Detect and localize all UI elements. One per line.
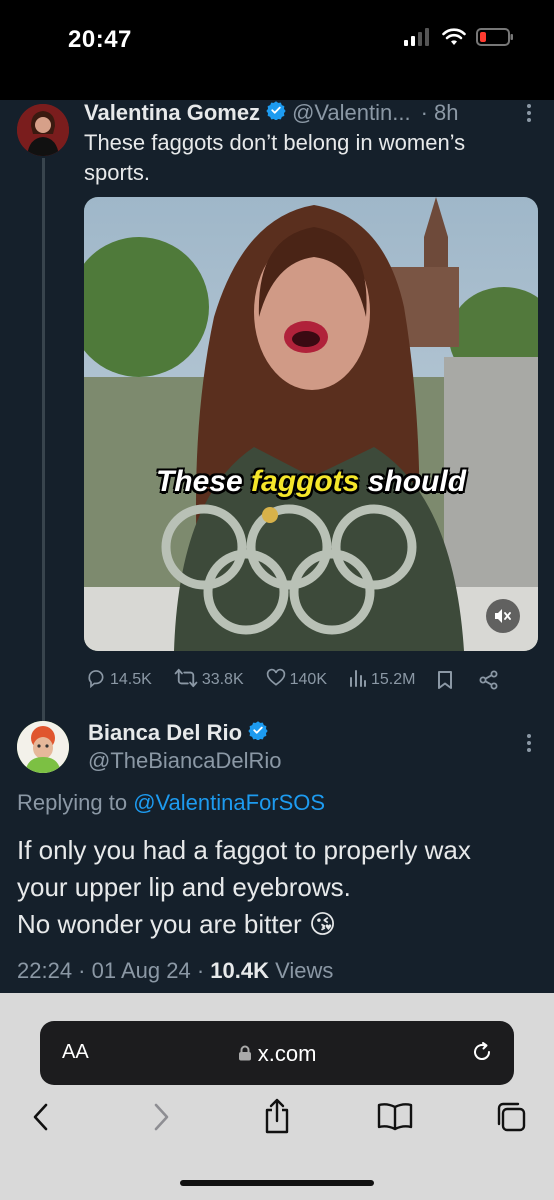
author-name-row: Bianca Del Rio (88, 720, 274, 746)
like-count: 140K (289, 671, 327, 688)
like-icon (266, 668, 286, 693)
tweet-thread: Valentina Gomez @Valentin... · 8h These … (0, 100, 554, 993)
tweet-date: 01 Aug 24 (91, 958, 191, 983)
tweet-text: These faggots don’t belong in women’s sp… (84, 130, 466, 185)
tweet-time: 22:24 (17, 958, 73, 983)
views-count: 15.2M (371, 671, 416, 688)
verified-badge-icon (266, 100, 286, 126)
author-handle[interactable]: @Valentin... (292, 100, 411, 126)
more-icon[interactable] (526, 732, 532, 760)
repost-count: 33.8K (201, 671, 244, 688)
signal-icon (404, 28, 432, 51)
tweet-header: Valentina Gomez @Valentin... · 8h (84, 100, 459, 126)
tweet-meta: 22:24 · 01 Aug 24 · 10.4K Views (17, 958, 334, 983)
lock-icon (238, 1041, 252, 1066)
author-name[interactable]: Bianca Del Rio (88, 720, 242, 746)
tweet-actions: 14.5K 33.8K 140K 15.2M (86, 666, 536, 694)
more-icon[interactable] (526, 102, 532, 130)
bookmark-icon[interactable] (437, 670, 453, 690)
home-indicator (180, 1180, 374, 1186)
repost-button[interactable]: 33.8K (174, 668, 244, 693)
reload-icon[interactable] (470, 1040, 494, 1069)
author-handle[interactable]: @TheBiancaDelRio (88, 748, 282, 774)
status-time: 20:47 (68, 26, 132, 53)
back-icon[interactable] (30, 1101, 52, 1138)
video-caption: These faggots should (155, 465, 467, 498)
views-icon (349, 669, 367, 692)
reply-button[interactable]: 14.5K (86, 668, 152, 693)
wifi-icon (442, 28, 466, 51)
tweet-time: · 8h (420, 100, 459, 125)
thread-connector-line (42, 158, 45, 758)
tweet-text: If only you had a faggot to properly wax… (17, 835, 471, 939)
bookmarks-icon[interactable] (377, 1101, 413, 1136)
share-sheet-icon[interactable] (262, 1097, 292, 1140)
video-thumbnail (84, 197, 538, 651)
avatar[interactable] (17, 104, 69, 156)
kiss-emoji: 😘 (308, 909, 337, 939)
browser-toolbar (0, 1098, 554, 1141)
video-player[interactable]: These faggots should (84, 197, 538, 651)
avatar[interactable] (17, 721, 69, 773)
views-count: 10.4K (210, 958, 270, 983)
battery-icon (476, 28, 514, 51)
verified-badge-icon (248, 720, 268, 746)
url-display[interactable]: x.com (40, 1041, 514, 1067)
tabs-icon[interactable] (495, 1101, 527, 1138)
replying-to: Replying to @ValentinaForSOS (17, 790, 326, 815)
views-button[interactable]: 15.2M (349, 669, 415, 692)
like-button[interactable]: 140K (266, 668, 327, 693)
browser-chrome: AA x.com (0, 993, 554, 1200)
replying-to-link[interactable]: @ValentinaForSOS (133, 790, 325, 815)
author-name[interactable]: Valentina Gomez (84, 100, 260, 126)
status-bar: 20:47 (0, 0, 554, 100)
reply-icon (86, 668, 106, 693)
mute-icon[interactable] (486, 599, 520, 633)
forward-icon[interactable] (150, 1101, 172, 1138)
status-icons (404, 28, 514, 51)
repost-icon (174, 668, 198, 693)
share-icon[interactable] (479, 670, 499, 690)
views-label: Views (275, 958, 334, 983)
address-bar[interactable]: AA x.com (40, 1021, 514, 1085)
reply-count: 14.5K (110, 671, 152, 688)
